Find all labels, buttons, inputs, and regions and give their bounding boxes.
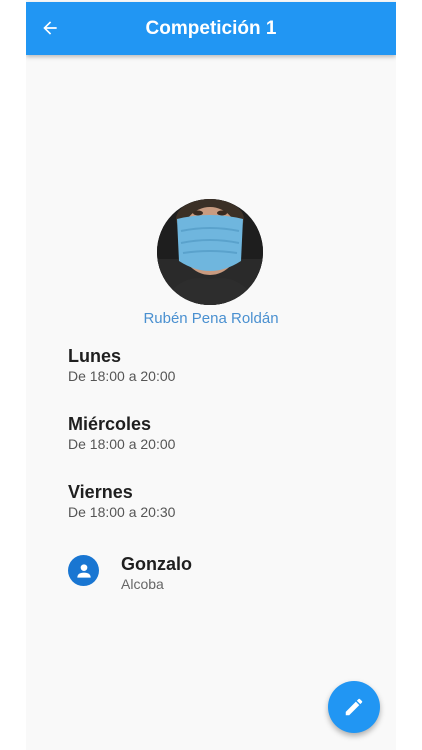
day-name: Lunes xyxy=(68,346,122,366)
day-time: De 18:00 a 20:00 xyxy=(68,436,176,452)
day-time: De 18:00 a 20:30 xyxy=(68,504,176,520)
day-name: Miércoles xyxy=(68,414,152,434)
contact-name: Gonzalo xyxy=(121,554,192,574)
contact-item[interactable]: Gonzalo Alcoba xyxy=(68,553,368,593)
page-title: Competición 1 xyxy=(145,18,277,39)
app-bar: Competición 1 xyxy=(26,2,396,55)
contact-subtitle: Alcoba xyxy=(121,576,164,592)
schedule-item-wednesday: Miércoles De 18:00 a 20:00 xyxy=(68,413,175,453)
person-icon xyxy=(68,555,99,586)
edit-icon xyxy=(345,698,363,716)
day-time: De 18:00 a 20:00 xyxy=(68,368,176,384)
schedule-item-monday: Lunes De 18:00 a 20:00 xyxy=(68,345,175,385)
trainer-avatar xyxy=(157,199,263,305)
screen: Competición 1 Rubén Pena Roldán Lunes De… xyxy=(26,0,396,750)
trainer-name[interactable]: Rubén Pena Roldán xyxy=(26,310,396,327)
schedule-item-friday: Viernes De 18:00 a 20:30 xyxy=(68,481,175,521)
day-name: Viernes xyxy=(68,482,133,502)
edit-button[interactable] xyxy=(328,681,380,733)
